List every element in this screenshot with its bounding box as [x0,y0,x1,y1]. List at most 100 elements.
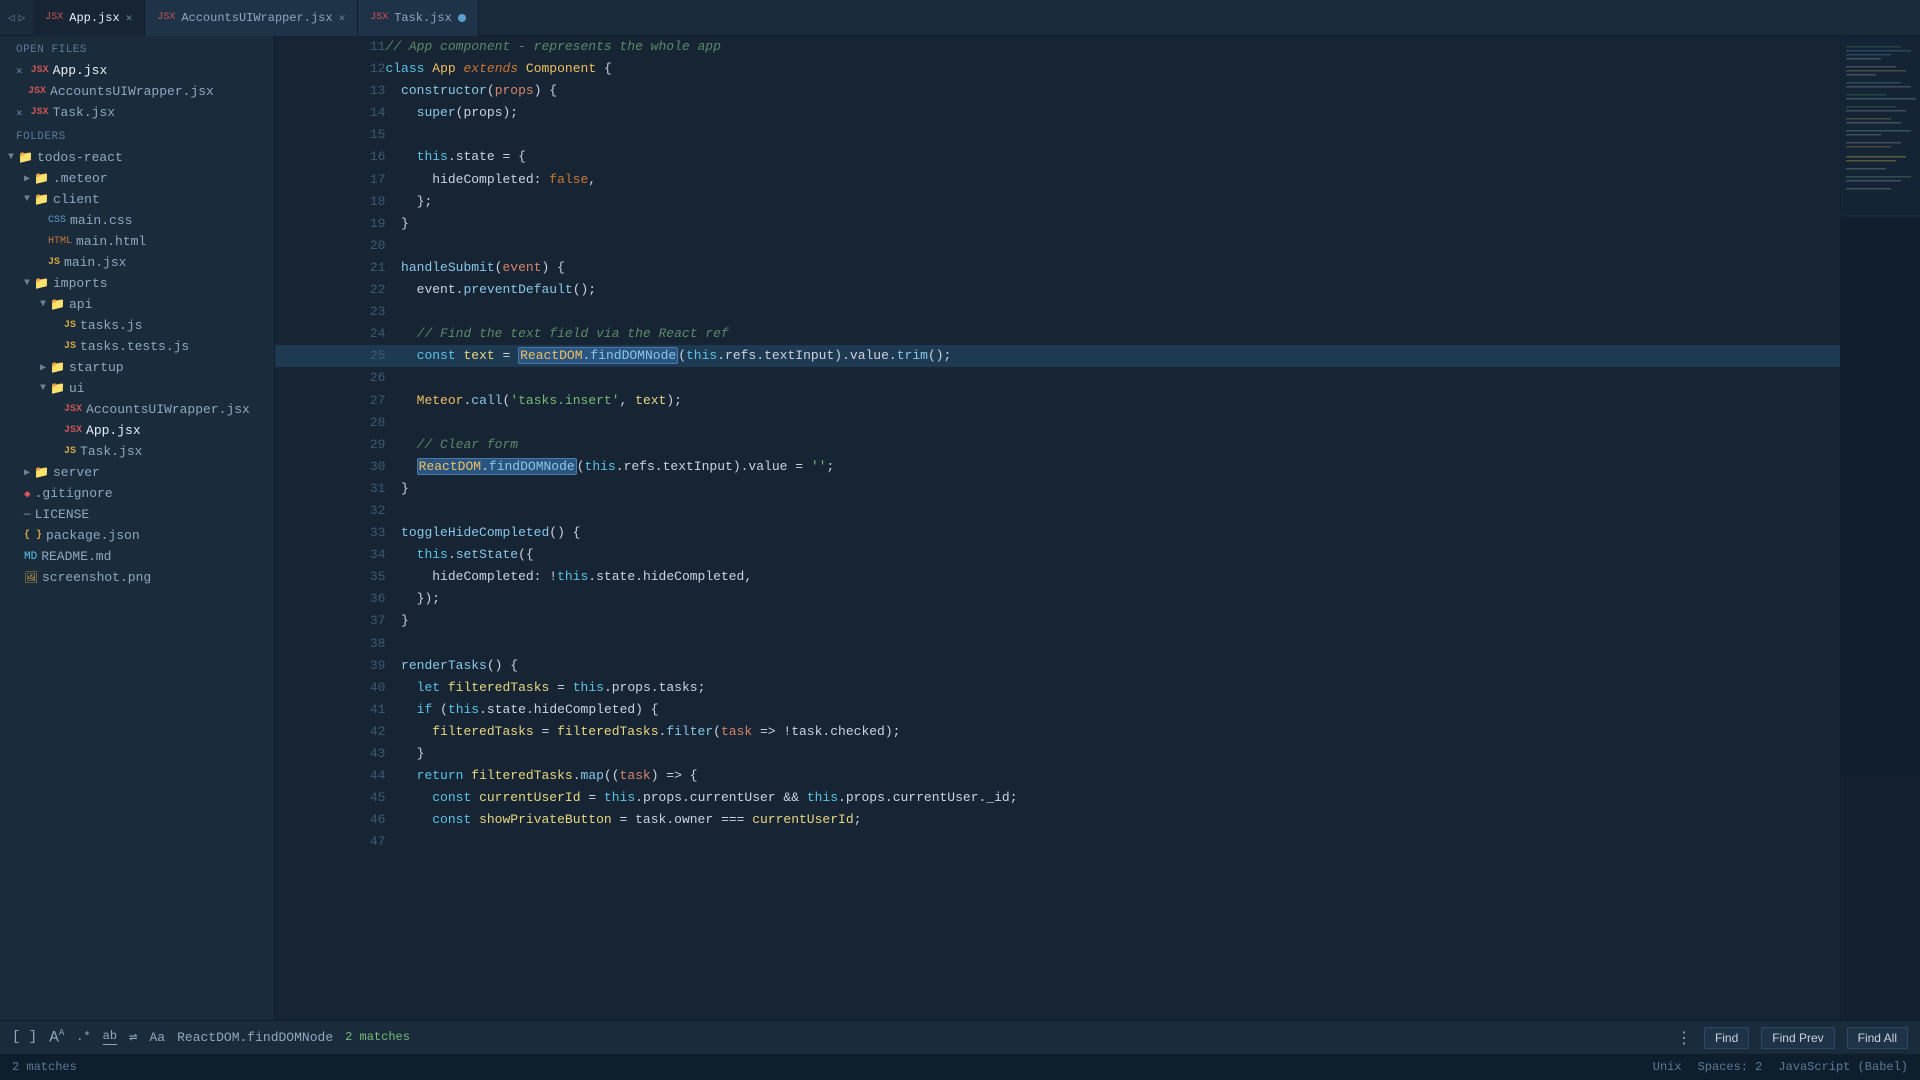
folders-section: FOLDERS [0,123,274,147]
file-license[interactable]: — LICENSE [0,504,274,525]
tab-accounts-ui[interactable]: JSX AccountsUIWrapper.jsx ✕ [145,0,358,36]
sidebar-open-accounts[interactable]: JSX AccountsUIWrapper.jsx [0,81,274,102]
folder-api[interactable]: ▼ 📁 api [0,294,274,315]
word-icon[interactable]: ab [103,1029,117,1045]
find-button[interactable]: Find [1704,1027,1749,1049]
tab-close-icon[interactable]: ✕ [339,11,346,25]
line-content: let filteredTasks = this.props.tasks; [385,677,1840,699]
minimap [1840,36,1920,1020]
folder-arrow-icon: ▶ [40,362,46,374]
code-line-25: 25 const text = ReactDOM.findDOMNode(thi… [275,345,1840,367]
line-number: 34 [275,544,385,566]
line-content [385,500,1840,522]
sidebar-open-app-jsx[interactable]: ✕ JSX App.jsx [0,60,274,81]
code-line-43: 43 } [275,743,1840,765]
folder-meteor[interactable]: ▶ 📁 .meteor [0,168,274,189]
options-icon[interactable]: ⋮ [1676,1028,1692,1048]
folder-startup[interactable]: ▶ 📁 startup [0,357,274,378]
folder-server[interactable]: ▶ 📁 server [0,462,274,483]
case-icon[interactable]: Aa [149,1030,165,1045]
file-tasks-tests[interactable]: JS tasks.tests.js [0,336,274,357]
font-icon[interactable]: AA [49,1028,64,1046]
file-accounts-ui-wrapper[interactable]: JSX AccountsUIWrapper.jsx [0,399,274,420]
line-number: 14 [275,102,385,124]
bracket-icon[interactable]: [ ] [12,1029,37,1045]
line-content: this.state = { [385,146,1840,168]
line-number: 40 [275,677,385,699]
code-line-20: 20 [275,235,1840,257]
file-main-html[interactable]: HTML main.html [0,231,274,252]
replace-icon[interactable]: ⇌ [129,1029,137,1046]
folder-icon: 📁 [34,276,49,291]
line-content: }); [385,588,1840,610]
encoding-status: Unix [1653,1060,1682,1074]
find-all-button[interactable]: Find All [1847,1027,1908,1049]
folder-icon: 📁 [50,381,65,396]
find-prev-button[interactable]: Find Prev [1761,1027,1834,1049]
folder-icon: 📁 [34,171,49,186]
close-x-icon[interactable]: ✕ [16,64,23,78]
code-line-42: 42 filteredTasks = filteredTasks.filter(… [275,721,1840,743]
tab-close-icon[interactable]: ✕ [126,11,133,25]
line-content: } [385,743,1840,765]
file-task-jsx-tree[interactable]: JS Task.jsx [0,441,274,462]
line-content [385,235,1840,257]
line-number: 44 [275,765,385,787]
code-editor: 11 // App component - represents the who… [275,36,1840,1020]
file-label: main.jsx [64,255,126,270]
code-line-32: 32 [275,500,1840,522]
line-content: return filteredTasks.map((task) => { [385,765,1840,787]
find-toolbar: [ ] AA .* ab ⇌ Aa ReactDOM.findDOMNode 2… [0,1020,1920,1054]
line-content: if (this.state.hideCompleted) { [385,699,1840,721]
match-count: 2 matches [345,1030,410,1044]
line-number: 32 [275,500,385,522]
file-main-css[interactable]: CSS main.css [0,210,274,231]
line-content: filteredTasks = filteredTasks.filter(tas… [385,721,1840,743]
code-line-15: 15 [275,124,1840,146]
folder-imports[interactable]: ▼ 📁 imports [0,273,274,294]
line-content [385,301,1840,323]
code-scroll[interactable]: 11 // App component - represents the who… [275,36,1840,1020]
file-package-json[interactable]: { } package.json [0,525,274,546]
code-line-39: 39 renderTasks() { [275,655,1840,677]
code-line-13: 13 constructor(props) { [275,80,1840,102]
regex-icon[interactable]: .* [76,1030,90,1044]
jsx-icon: JSX [64,404,82,415]
file-app-jsx-tree[interactable]: JSX App.jsx [0,420,274,441]
sidebar-open-task[interactable]: ✕ JSX Task.jsx [0,102,274,123]
file-icon: — [24,509,31,521]
line-content: } [385,610,1840,632]
file-label: Task.jsx [80,444,142,459]
git-icon: ◆ [24,487,31,501]
line-number: 11 [275,36,385,58]
folder-todos-react[interactable]: ▼ 📁 todos-react [0,147,274,168]
js-icon: JS [64,446,76,457]
minimap-svg [1841,36,1920,776]
file-readme[interactable]: MD README.md [0,546,274,567]
tab-jsx-icon: JSX [45,12,63,23]
code-line-14: 14 super(props); [275,102,1840,124]
code-line-28: 28 [275,412,1840,434]
arrow-right-icon[interactable]: ▷ [19,11,26,25]
arrow-left-icon[interactable]: ◁ [8,11,15,25]
tab-label: Task.jsx [394,11,452,25]
code-line-38: 38 [275,633,1840,655]
close-x-icon[interactable]: ✕ [16,106,23,120]
code-line-37: 37 } [275,610,1840,632]
line-number: 37 [275,610,385,632]
tab-app-jsx[interactable]: JSX App.jsx ✕ [33,0,145,36]
folder-client[interactable]: ▼ 📁 client [0,189,274,210]
tab-bar: ◁ ▷ JSX App.jsx ✕ JSX AccountsUIWrapper.… [0,0,1920,36]
code-line-26: 26 [275,367,1840,389]
file-screenshot[interactable]: 🖼 screenshot.png [0,567,274,588]
tab-task-jsx[interactable]: JSX Task.jsx [358,0,479,36]
line-number: 25 [275,345,385,367]
png-icon: 🖼 [24,571,38,585]
folder-ui[interactable]: ▼ 📁 ui [0,378,274,399]
file-tasks-js[interactable]: JS tasks.js [0,315,274,336]
line-content: ReactDOM.findDOMNode(this.refs.textInput… [385,456,1840,478]
file-gitignore[interactable]: ◆ .gitignore [0,483,274,504]
file-label: .gitignore [35,486,113,501]
tab-jsx-icon: JSX [370,12,388,23]
file-main-jsx[interactable]: JS main.jsx [0,252,274,273]
